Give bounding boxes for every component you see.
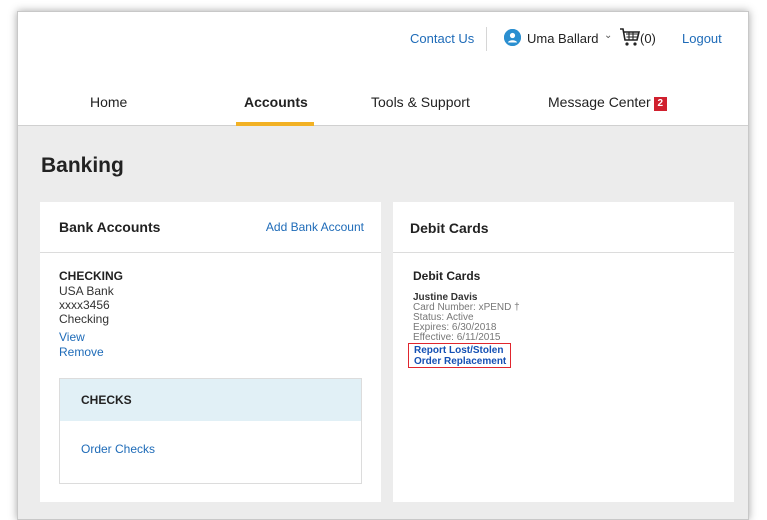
debit-card-details: Debit Cards Justine Davis Card Number: x… xyxy=(413,269,520,343)
tab-message-center[interactable]: Message Center 2 xyxy=(548,94,667,111)
top-bar: Contact Us Uma Ballard ⌄ (0) Logout xyxy=(18,12,748,66)
debit-cards-header: Debit Cards xyxy=(393,202,734,253)
bank-accounts-card: Bank Accounts Add Bank Account CHECKING … xyxy=(40,202,381,502)
checks-header: CHECKS xyxy=(60,379,361,421)
debit-cards-card: Debit Cards Debit Cards Justine Davis Ca… xyxy=(393,202,734,502)
tab-message-center-label: Message Center xyxy=(548,94,651,110)
tab-accounts[interactable]: Accounts xyxy=(244,94,308,110)
bank-name: USA Bank xyxy=(59,284,114,298)
cart-count[interactable]: (0) xyxy=(640,31,656,46)
message-count-badge: 2 xyxy=(653,97,667,111)
logout-link[interactable]: Logout xyxy=(682,31,722,46)
account-number: xxxx3456 xyxy=(59,298,110,312)
checks-title: CHECKS xyxy=(81,393,132,407)
debit-card-actions: Report Lost/Stolen Order Replacement xyxy=(408,343,511,368)
divider xyxy=(486,27,487,51)
report-lost-stolen-link[interactable]: Report Lost/Stolen xyxy=(414,345,510,356)
add-bank-account-link[interactable]: Add Bank Account xyxy=(266,220,364,234)
remove-account-link[interactable]: Remove xyxy=(59,345,123,360)
cart-icon[interactable] xyxy=(619,27,641,47)
bank-accounts-header: Bank Accounts Add Bank Account xyxy=(40,202,381,253)
account-type: CHECKING xyxy=(59,269,124,283)
order-checks-link[interactable]: Order Checks xyxy=(81,442,155,456)
checks-panel: CHECKS Order Checks xyxy=(59,378,362,484)
browser-frame: Contact Us Uma Ballard ⌄ (0) Logout Home… xyxy=(17,11,749,520)
contact-us-link[interactable]: Contact Us xyxy=(410,31,474,46)
view-account-link[interactable]: View xyxy=(59,330,123,345)
tab-tools-support[interactable]: Tools & Support xyxy=(371,94,470,110)
checking-account: CHECKING USA Bank xxxx3456 Checking View… xyxy=(59,269,123,360)
chevron-down-icon[interactable]: ⌄ xyxy=(604,30,612,41)
debit-cards-title: Debit Cards xyxy=(410,220,489,236)
card-effective: Effective: 6/11/2015 xyxy=(413,332,501,343)
account-kind: Checking xyxy=(59,312,110,326)
active-tab-indicator xyxy=(236,122,314,126)
debit-cards-subtitle: Debit Cards xyxy=(413,269,481,283)
order-replacement-link[interactable]: Order Replacement xyxy=(414,356,510,367)
tab-home[interactable]: Home xyxy=(90,94,127,110)
main-nav: Home Accounts Tools & Support Message Ce… xyxy=(18,66,748,126)
user-menu[interactable]: Uma Ballard xyxy=(527,31,599,46)
person-icon xyxy=(504,29,521,46)
page-title: Banking xyxy=(41,154,124,177)
user-icon[interactable] xyxy=(504,29,521,46)
bank-accounts-title: Bank Accounts xyxy=(59,219,161,235)
